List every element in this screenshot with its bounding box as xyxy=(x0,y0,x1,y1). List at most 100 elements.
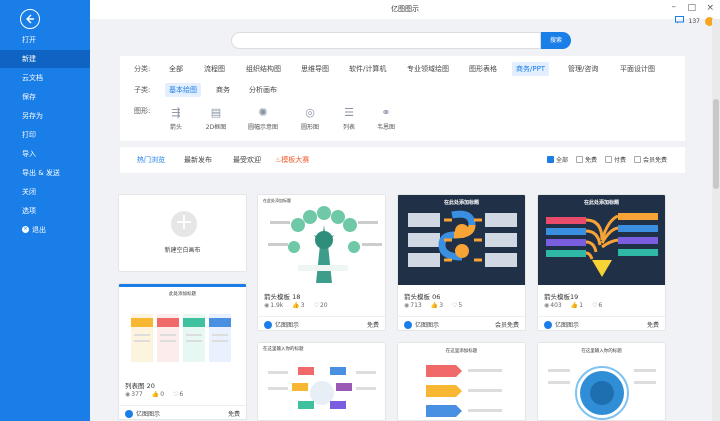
template-card[interactable]: 在此处添加标题 箭头模板19 ◉403 👍1 ♡6 亿图图示 免费 xyxy=(537,194,666,331)
sidebar-item-print[interactable]: 打印 xyxy=(0,126,90,144)
template-price: 会员免费 xyxy=(494,322,519,329)
template-card[interactable]: 在此处添加标题 箭头模板 06 ◉713 👍3 ♡5 亿图图示 会员免费 xyxy=(397,194,526,331)
template-thumbnail: 在这里输入你的标题 xyxy=(538,343,665,420)
search-bar: 搜索 xyxy=(231,32,571,49)
arrow-shape-icon: ⇶ xyxy=(171,106,181,119)
template-footer: 亿图图示 会员免费 xyxy=(398,316,525,330)
sidebar-item-label: 退出 xyxy=(32,226,46,234)
sidebar: 打开 新建 云文档 保存 另存为 打印 导入 导出 & 发送 关闭 选项 × 退出 xyxy=(0,0,90,421)
shape-2d-block[interactable]: ▤ 2D框图 xyxy=(201,106,231,131)
template-footer: 亿图图示 免费 xyxy=(538,316,665,330)
check-paid[interactable]: 付费 xyxy=(604,155,626,164)
scroll-thumb[interactable] xyxy=(713,99,719,189)
category-label: 分类: xyxy=(134,65,151,73)
search-input[interactable] xyxy=(231,32,541,49)
template-card[interactable]: 在这里输入你的标题 xyxy=(537,342,666,421)
brand-logo-icon xyxy=(544,320,552,329)
plus-icon: + xyxy=(171,211,197,237)
title-bar: 亿图图示 – □ × xyxy=(90,0,720,19)
category-management[interactable]: 管理/咨询 xyxy=(564,62,602,76)
check-member-free[interactable]: 会员免费 xyxy=(633,155,667,164)
sidebar-item-open[interactable]: 打开 xyxy=(0,31,90,49)
template-thumbnail: 在此处添加标题 xyxy=(538,195,665,285)
template-card[interactable]: 在这里输入你的标题 xyxy=(257,342,386,421)
new-blank-label: 新建空白画布 xyxy=(164,247,201,254)
tab-hot[interactable]: 热门浏览 xyxy=(137,155,165,165)
sidebar-item-exit[interactable]: × 退出 xyxy=(0,221,90,239)
template-card[interactable]: 在此处添加标题 箭头模板 18 ◉1.9k 👍3 ♡20 亿图图示 免费 xyxy=(257,194,386,331)
sidebar-item-close[interactable]: 关闭 xyxy=(0,183,90,201)
search-button[interactable]: 搜索 xyxy=(541,32,571,49)
sidebar-item-options[interactable]: 选项 xyxy=(0,202,90,220)
template-footer: 亿图图示 免费 xyxy=(119,405,246,419)
template-thumbnail: 在此处添加标题 xyxy=(258,195,385,285)
category-graphic-table[interactable]: 图形表格 xyxy=(465,62,501,76)
sidebar-item-new[interactable]: 新建 xyxy=(0,50,90,68)
sub-basic[interactable]: 基本绘图 xyxy=(165,83,201,97)
user-tools: 137 xyxy=(674,15,714,27)
category-business-ppt[interactable]: 商务/PPT xyxy=(512,62,550,76)
like-icon: 👍 xyxy=(430,302,439,309)
shape-label: 图形: xyxy=(134,107,151,115)
category-all[interactable]: 全部 xyxy=(165,62,187,76)
template-stats: ◉713 👍3 ♡5 xyxy=(404,302,463,309)
coin-count: 137 xyxy=(688,17,700,25)
template-thumbnail: 在此处添加标题 xyxy=(398,195,525,285)
sidebar-item-save-as[interactable]: 另存为 xyxy=(0,107,90,125)
back-button[interactable] xyxy=(20,9,40,29)
scrollbar[interactable] xyxy=(712,19,720,421)
message-icon[interactable] xyxy=(674,16,684,26)
sidebar-item-label: 选项 xyxy=(22,207,36,215)
sub-label: 子类: xyxy=(134,86,151,94)
like-icon: 👍 xyxy=(151,391,160,398)
sub-business[interactable]: 商务 xyxy=(212,83,234,97)
template-stats: ◉403 👍1 ♡6 xyxy=(544,302,603,309)
sidebar-item-label: 打开 xyxy=(22,36,36,44)
sidebar-item-label: 导入 xyxy=(22,150,36,158)
category-professional[interactable]: 专业领域绘图 xyxy=(403,62,453,76)
shape-radial[interactable]: ✺ 圆幅示意图 xyxy=(248,106,278,131)
sidebar-item-export[interactable]: 导出 & 发送 xyxy=(0,164,90,182)
minimize-icon[interactable]: – xyxy=(672,2,677,12)
shape-venn[interactable]: ⚭ 韦恩图 xyxy=(371,106,401,131)
sub-analysis[interactable]: 分析画布 xyxy=(245,83,281,97)
venn-shape-icon: ⚭ xyxy=(381,106,391,119)
sidebar-item-cloud[interactable]: 云文档 xyxy=(0,69,90,87)
maximize-icon[interactable]: □ xyxy=(687,3,696,13)
like-icon: 👍 xyxy=(570,302,579,309)
sidebar-item-label: 导出 & 发送 xyxy=(22,169,60,177)
window-title: 亿图图示 xyxy=(391,5,419,13)
template-name: 箭头模板 06 xyxy=(404,293,441,301)
category-flowchart[interactable]: 流程图 xyxy=(200,62,229,76)
like-icon: 👍 xyxy=(292,302,300,309)
shape-list[interactable]: ☰ 列表 xyxy=(334,106,364,131)
template-thumbnail: 在这里添加标题 xyxy=(398,343,525,420)
sidebar-item-label: 另存为 xyxy=(22,112,43,120)
category-software[interactable]: 软件/计算机 xyxy=(345,62,390,76)
template-stats: ◉1.9k 👍3 ♡20 xyxy=(264,302,328,309)
exit-icon: × xyxy=(22,225,29,233)
sort-tabs: 热门浏览 最新发布 最受欢迎 ♨模板大赛 全部 免费 付费 会员免费 xyxy=(120,147,685,173)
tab-contest[interactable]: ♨模板大赛 xyxy=(275,155,309,165)
shape-circle[interactable]: ◎ 圆形图 xyxy=(295,106,325,131)
template-card[interactable]: 在这里添加标题 xyxy=(397,342,526,421)
category-graphic-design[interactable]: 平面设计图 xyxy=(616,62,659,76)
radial-shape-icon: ✺ xyxy=(258,106,268,119)
favorite-icon: ♡ xyxy=(173,391,179,398)
check-all[interactable]: 全部 xyxy=(546,155,568,164)
close-icon[interactable]: × xyxy=(706,3,714,13)
new-blank-canvas-card[interactable]: + 新建空白画布 xyxy=(118,194,247,272)
template-card[interactable]: 此处添加标题 列表图 20 ◉377 👍0 ♡6 亿图图示 免费 xyxy=(118,283,247,420)
sidebar-item-save[interactable]: 保存 xyxy=(0,88,90,106)
category-mindmap[interactable]: 思维导图 xyxy=(297,62,333,76)
eye-icon: ◉ xyxy=(404,302,410,309)
shape-arrow[interactable]: ⇶ 箭头 xyxy=(161,106,191,131)
brand-logo-icon xyxy=(125,409,133,418)
sidebar-item-import[interactable]: 导入 xyxy=(0,145,90,163)
category-org-chart[interactable]: 组织结构图 xyxy=(242,62,285,76)
template-price: 免费 xyxy=(646,322,659,329)
tab-popular[interactable]: 最受欢迎 xyxy=(233,155,261,165)
check-free[interactable]: 免费 xyxy=(575,155,597,164)
tab-latest[interactable]: 最新发布 xyxy=(184,155,212,165)
block-shape-icon: ▤ xyxy=(210,106,222,119)
